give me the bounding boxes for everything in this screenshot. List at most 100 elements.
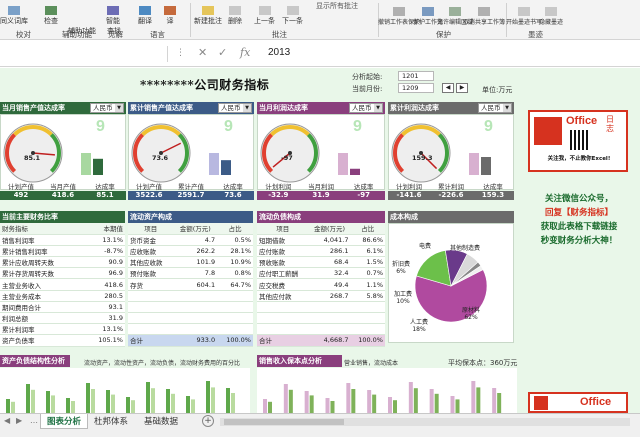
table-cell bbox=[217, 290, 253, 302]
column-header: 财务指标 bbox=[0, 223, 83, 235]
tab-scroll-right-icon[interactable]: ▶ bbox=[16, 416, 22, 425]
table-cell: 4,041.7 bbox=[308, 234, 351, 246]
more-options-icon[interactable]: ⋮ bbox=[176, 48, 185, 58]
column-header: 项目 bbox=[128, 223, 174, 235]
currency-select[interactable]: 人民币 ▼ bbox=[478, 103, 512, 113]
start-ink-button[interactable]: 开始墨迹书写 bbox=[506, 2, 542, 26]
tab-dupont[interactable]: 杜邦体系 bbox=[88, 414, 134, 429]
table-row: 短期借款 4,041.7 86.6% bbox=[257, 234, 385, 246]
pie-label: 原材料 bbox=[462, 306, 480, 314]
gauge-digit: 9 bbox=[484, 118, 493, 135]
promo-brand: Office bbox=[580, 396, 612, 408]
function-icon[interactable]: fx bbox=[240, 46, 250, 59]
analysis-start-field[interactable]: 1201 bbox=[398, 71, 434, 81]
next-comment-button[interactable]: 下一条 bbox=[282, 2, 303, 26]
chart-bar bbox=[66, 398, 70, 413]
ratios-title: 当前主要财务比率 bbox=[0, 211, 125, 223]
gauge-chart bbox=[260, 123, 360, 183]
tab-base-data[interactable]: 基础数据 bbox=[138, 414, 184, 429]
chart-bar bbox=[346, 383, 351, 413]
cancel-icon[interactable]: ✕ bbox=[198, 46, 207, 59]
ratio-value: 90.9 bbox=[82, 256, 125, 269]
tab-chart-analysis[interactable]: 图表分析 bbox=[40, 414, 89, 429]
empty-row bbox=[257, 312, 385, 325]
table-row: 货币资金 4.7 0.5% bbox=[128, 234, 253, 246]
chevron-down-icon: ▼ bbox=[374, 104, 382, 112]
chart-bar bbox=[288, 389, 293, 413]
month-prev-button[interactable]: ◀ bbox=[442, 83, 454, 93]
pie-label: 其他制造费 bbox=[450, 244, 480, 252]
office-logo-icon bbox=[534, 396, 548, 410]
currency-select[interactable]: 人民币 ▼ bbox=[90, 103, 124, 113]
promo-card-2: Office bbox=[528, 392, 628, 413]
horizontal-scrollbar[interactable] bbox=[220, 418, 630, 426]
unit-label: 单位:万元 bbox=[482, 86, 513, 94]
currency-select[interactable]: 人民币 ▼ bbox=[349, 103, 383, 113]
promo-line-4: 秒变财务分析大神！ bbox=[540, 236, 618, 246]
translate-button[interactable]: 翻译 bbox=[138, 2, 152, 26]
ratio-name: 利润总额 bbox=[0, 312, 83, 325]
page-title: ********公司财务指标 bbox=[140, 78, 270, 92]
bottom-mid-title: 销售收入保本点分析 bbox=[257, 355, 342, 367]
chart-bar bbox=[71, 401, 75, 413]
current-month-field[interactable]: 1209 bbox=[398, 83, 434, 93]
chart-bar bbox=[325, 398, 330, 413]
hide-ink-button[interactable]: 隐藏墨迹 bbox=[539, 2, 563, 26]
tab-scroll-left-icon[interactable]: ◀ bbox=[4, 416, 10, 425]
prev-comment-button[interactable]: 上一条 bbox=[254, 2, 275, 26]
group-accessibility: 辅助功能 bbox=[62, 30, 92, 39]
table-cell bbox=[350, 301, 385, 314]
delete-comment-button[interactable]: 删除 bbox=[228, 2, 242, 26]
show-all-comments[interactable]: 显示所有批注 bbox=[316, 1, 358, 11]
ribbon: 同义词库 检查 辅助功能 智能 查找 翻译 译 新建批注 删除 上一条 下一条 … bbox=[0, 0, 640, 40]
group-protect: 保护 bbox=[436, 30, 451, 39]
kpi-value: -97 bbox=[357, 191, 370, 199]
scrollbar-thumb[interactable] bbox=[224, 419, 344, 425]
office-logo-icon bbox=[534, 117, 562, 145]
empty-row bbox=[257, 323, 385, 336]
group-proofing: 校对 bbox=[16, 30, 31, 39]
kpi-label: 计划利润 bbox=[265, 183, 292, 191]
current-liabilities-title: 流动负债构成 bbox=[257, 211, 385, 223]
month-next-button[interactable]: ▶ bbox=[456, 83, 468, 93]
table-cell: 预收账款 bbox=[257, 256, 309, 269]
total-cell: 933.0 bbox=[173, 334, 218, 347]
column-header: 占比 bbox=[217, 223, 253, 235]
ratio-name: 累计利润率 bbox=[0, 323, 83, 336]
formula-input[interactable]: 2013 bbox=[268, 47, 290, 58]
table-row: 其他应收款 101.9 10.9% bbox=[128, 256, 253, 269]
chart-bar bbox=[283, 384, 288, 413]
ratio-value: 280.5 bbox=[82, 290, 125, 302]
check-accessibility-button[interactable]: 检查 bbox=[44, 2, 58, 26]
mini-bar bbox=[350, 168, 360, 175]
kpi-label: 计划产值 bbox=[8, 183, 34, 191]
bottom-left-subtitle: 流动资产，流动性资产，流动负债，流动财务费用的百分比 bbox=[84, 360, 241, 367]
table-cell: 604.1 bbox=[173, 278, 218, 291]
new-comment-button[interactable]: 新建批注 bbox=[194, 2, 222, 26]
pie-pct: 10% bbox=[396, 298, 410, 305]
enter-icon[interactable]: ✓ bbox=[218, 46, 227, 59]
kpi-label: 累计利润 bbox=[438, 183, 464, 191]
pie-pct: 62% bbox=[464, 314, 478, 321]
table-cell bbox=[173, 290, 218, 302]
currency-select[interactable]: 人民币 ▼ bbox=[218, 103, 252, 113]
edit-ranges-icon bbox=[449, 7, 461, 16]
dashboard-sheet: ********公司财务指标 分析起始: 1201 当前月份: 1209 ◀ ▶… bbox=[0, 68, 640, 413]
currency-select-label: 人民币 bbox=[352, 104, 372, 112]
unshare-workbook-button[interactable]: 取消共享工作簿 bbox=[463, 2, 505, 26]
kpi-values-row: 492 418.6 85.1 bbox=[0, 191, 126, 200]
unprotect-sheet-button[interactable]: 撤销工作表保护 bbox=[378, 2, 420, 26]
name-box[interactable] bbox=[0, 46, 168, 62]
chart-bar bbox=[429, 389, 434, 413]
add-sheet-button[interactable]: + bbox=[202, 415, 214, 427]
table-row: 利润总额 31.9 bbox=[0, 312, 125, 325]
table-cell: 268.7 bbox=[308, 290, 351, 302]
kpi-values-row: -32.9 31.9 -97 bbox=[257, 191, 385, 200]
more-tabs-icon[interactable]: … bbox=[30, 416, 38, 425]
table-cell: 49.4 bbox=[308, 278, 351, 291]
gauge-panel bbox=[388, 114, 514, 190]
mini-bar bbox=[221, 160, 231, 175]
kpi-label: 计划利润 bbox=[396, 183, 422, 191]
thesaurus-button[interactable]: 同义词库 bbox=[0, 2, 28, 26]
gauge-chart bbox=[3, 123, 103, 183]
